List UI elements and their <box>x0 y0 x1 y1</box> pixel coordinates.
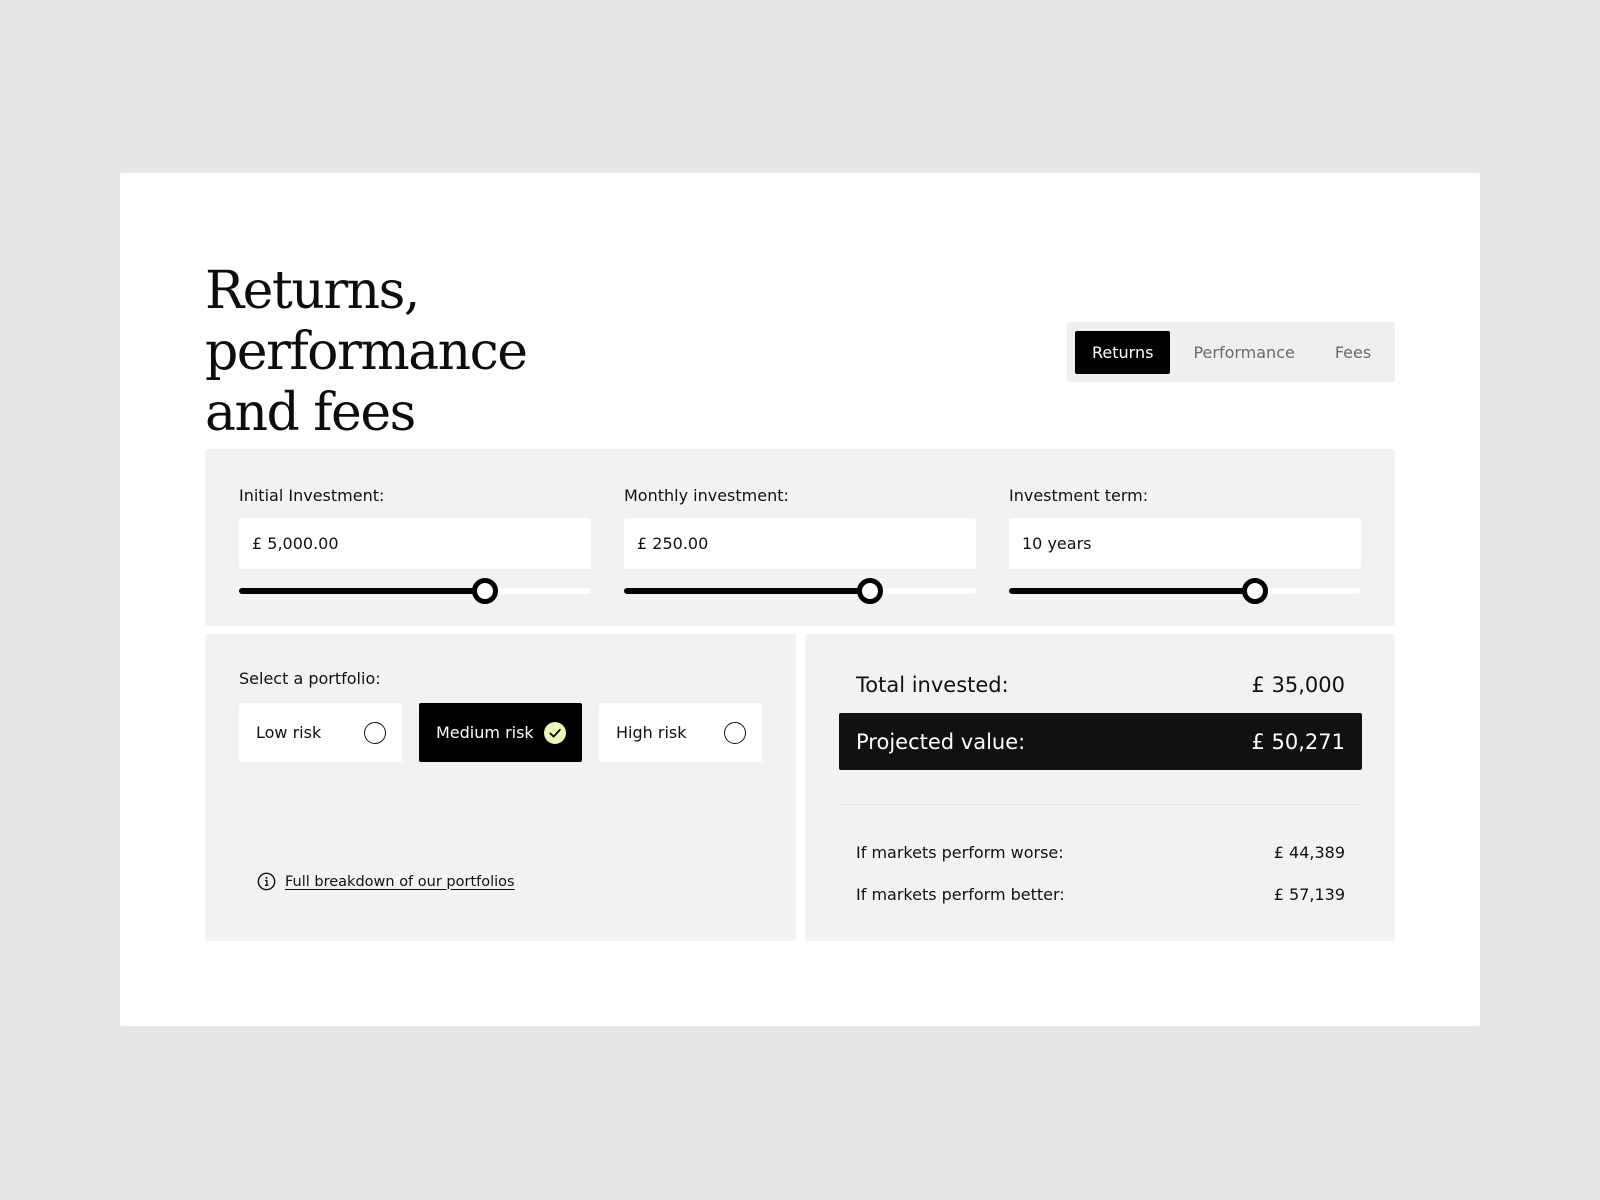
initial-investment-slider[interactable] <box>239 578 591 604</box>
view-tabs: Returns Performance Fees <box>1067 322 1395 382</box>
projected-value-amount: £ 50,271 <box>1251 729 1345 754</box>
investment-inputs-panel: Initial Investment: £ 5,000.00 Monthly i… <box>205 449 1395 626</box>
projected-value-row: Projected value: £ 50,271 <box>839 713 1362 770</box>
slider-fill <box>239 588 486 594</box>
investment-term-slider[interactable] <box>1009 578 1361 604</box>
slider-thumb[interactable] <box>472 578 499 604</box>
results-panel: Total invested: £ 35,000 Projected value… <box>805 634 1395 941</box>
check-circle-icon <box>544 721 566 744</box>
investment-term-input[interactable]: 10 years <box>1009 518 1361 569</box>
option-high-risk-label: High risk <box>616 723 687 742</box>
initial-investment-label: Initial Investment: <box>239 486 385 505</box>
tab-fees[interactable]: Fees <box>1318 331 1388 374</box>
page-title-line-1: Returns, performance <box>205 261 528 382</box>
portfolio-panel: Select a portfolio: Low risk Medium risk… <box>205 634 796 941</box>
page-title-line-2: and fees <box>205 383 416 443</box>
option-medium-risk[interactable]: Medium risk <box>419 703 582 762</box>
scenario-worse-label: If markets perform worse: <box>856 842 1064 862</box>
slider-thumb[interactable] <box>857 578 884 604</box>
total-invested-value: £ 35,000 <box>1251 673 1345 697</box>
option-high-risk[interactable]: High risk <box>599 703 762 762</box>
radio-empty-icon <box>724 721 746 744</box>
option-low-risk[interactable]: Low risk <box>239 703 402 762</box>
scenario-worse-value: £ 44,389 <box>1273 842 1345 862</box>
scenario-better-value: £ 57,139 <box>1273 884 1345 904</box>
option-low-risk-label: Low risk <box>256 723 322 742</box>
page-title: Returns, performance and fees <box>205 261 725 444</box>
tab-returns[interactable]: Returns <box>1075 330 1171 374</box>
monthly-investment-label: Monthly investment: <box>624 486 789 505</box>
scenario-worse-row: If markets perform worse: £ 44,389 <box>839 840 1362 864</box>
slider-fill <box>1009 588 1256 594</box>
total-invested-row: Total invested: £ 35,000 <box>839 669 1362 701</box>
info-icon <box>257 872 276 891</box>
initial-investment-input[interactable]: £ 5,000.00 <box>239 518 591 569</box>
option-medium-risk-label: Medium risk <box>436 723 534 742</box>
slider-thumb[interactable] <box>1242 578 1269 604</box>
investment-term-label: Investment term: <box>1009 486 1149 505</box>
slider-fill <box>624 588 871 594</box>
projected-value-label: Projected value: <box>856 729 1026 754</box>
scenario-better-row: If markets perform better: £ 57,139 <box>839 882 1362 906</box>
results-divider <box>839 804 1362 805</box>
calculator-card: Returns, performance and fees Returns Pe… <box>120 173 1480 1026</box>
monthly-investment-input[interactable]: £ 250.00 <box>624 518 976 569</box>
scenario-better-label: If markets perform better: <box>856 884 1065 904</box>
monthly-investment-slider[interactable] <box>624 578 976 604</box>
portfolio-label: Select a portfolio: <box>239 669 381 688</box>
total-invested-label: Total invested: <box>856 673 1009 697</box>
tab-performance[interactable]: Performance <box>1176 331 1311 374</box>
radio-empty-icon <box>364 721 386 744</box>
portfolio-breakdown-link[interactable]: Full breakdown of our portfolios <box>285 874 515 890</box>
portfolio-breakdown: Full breakdown of our portfolios <box>257 872 515 891</box>
